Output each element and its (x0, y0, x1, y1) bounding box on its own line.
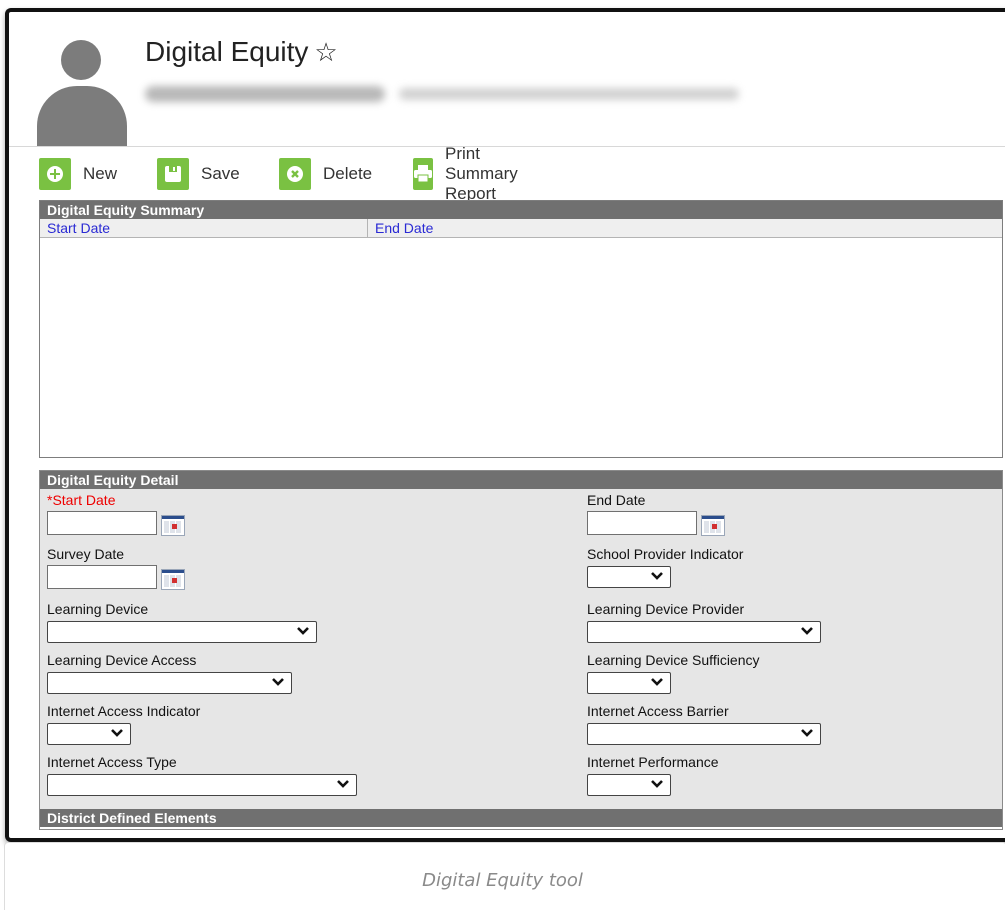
column-start-date[interactable]: Start Date (40, 219, 368, 237)
learning-device-provider-select[interactable] (587, 621, 821, 643)
delete-button-label: Delete (323, 164, 373, 183)
detail-section: Digital Equity Detail *Start Date End Da… (39, 470, 1003, 830)
school-provider-indicator-select[interactable] (587, 566, 671, 588)
chevron-down-icon (801, 729, 813, 737)
start-date-input[interactable] (47, 511, 157, 535)
learning-device-sufficiency-label: Learning Device Sufficiency (587, 652, 760, 668)
internet-performance-select[interactable] (587, 774, 671, 796)
calendar-icon[interactable] (701, 515, 725, 536)
floppy-disk-icon (157, 158, 189, 190)
chevron-down-icon (651, 678, 663, 686)
district-defined-elements-heading[interactable]: District Defined Elements (40, 809, 1002, 827)
print-summary-report-button[interactable]: Print Summary Report (413, 144, 530, 203)
survey-date-input[interactable] (47, 565, 157, 589)
avatar (37, 40, 127, 146)
end-date-label: End Date (587, 492, 646, 508)
internet-access-type-label: Internet Access Type (47, 754, 177, 770)
learning-device-access-select[interactable] (47, 672, 292, 694)
save-button[interactable]: Save (157, 158, 240, 190)
new-button-label: New (83, 164, 118, 183)
detail-form: *Start Date End Date Survey Date School … (40, 489, 1002, 809)
internet-access-indicator-select[interactable] (47, 723, 131, 745)
app-window: Digital Equity ☆ New Save Delete Print S… (5, 8, 1005, 842)
plus-circle-icon (39, 158, 71, 190)
page-title-text: Digital Equity (145, 36, 309, 67)
learning-device-select[interactable] (47, 621, 317, 643)
summary-grid-header: Start Date End Date (40, 219, 1002, 238)
summary-section: Digital Equity Summary Start Date End Da… (39, 200, 1003, 458)
student-name-redacted (145, 86, 385, 102)
summary-heading: Digital Equity Summary (40, 201, 1002, 219)
learning-device-provider-label: Learning Device Provider (587, 601, 745, 617)
save-button-label: Save (201, 164, 240, 183)
start-date-label: *Start Date (47, 492, 116, 508)
chevron-down-icon (651, 780, 663, 788)
calendar-icon[interactable] (161, 569, 185, 590)
internet-performance-label: Internet Performance (587, 754, 719, 770)
column-end-date[interactable]: End Date (368, 219, 433, 237)
learning-device-sufficiency-select[interactable] (587, 672, 671, 694)
internet-access-type-select[interactable] (47, 774, 357, 796)
student-meta-redacted (399, 88, 739, 100)
learning-device-label: Learning Device (47, 601, 149, 617)
internet-access-indicator-label: Internet Access Indicator (47, 703, 201, 719)
end-date-picker (587, 511, 727, 536)
internet-access-barrier-select[interactable] (587, 723, 821, 745)
survey-date-picker (47, 565, 187, 590)
chevron-down-icon (111, 729, 123, 737)
start-date-picker (47, 511, 187, 536)
calendar-icon[interactable] (161, 515, 185, 536)
end-date-input[interactable] (587, 511, 697, 535)
print-summary-report-label: Print Summary Report (445, 144, 518, 203)
summary-grid-body (40, 238, 1002, 454)
image-caption: Digital Equity tool (422, 870, 583, 891)
detail-heading: Digital Equity Detail (40, 471, 1002, 489)
chevron-down-icon (801, 627, 813, 635)
x-circle-icon (279, 158, 311, 190)
school-provider-indicator-label: School Provider Indicator (587, 546, 744, 562)
learning-device-access-label: Learning Device Access (47, 652, 197, 668)
survey-date-label: Survey Date (47, 546, 125, 562)
new-button[interactable]: New (39, 158, 117, 190)
printer-icon (413, 158, 433, 190)
delete-button[interactable]: Delete (279, 158, 372, 190)
chevron-down-icon (337, 780, 349, 788)
page-title: Digital Equity ☆ (145, 36, 338, 68)
internet-access-barrier-label: Internet Access Barrier (587, 703, 729, 719)
chevron-down-icon (651, 572, 663, 580)
chevron-down-icon (297, 627, 309, 635)
star-outline-icon[interactable]: ☆ (314, 37, 337, 67)
chevron-down-icon (272, 678, 284, 686)
